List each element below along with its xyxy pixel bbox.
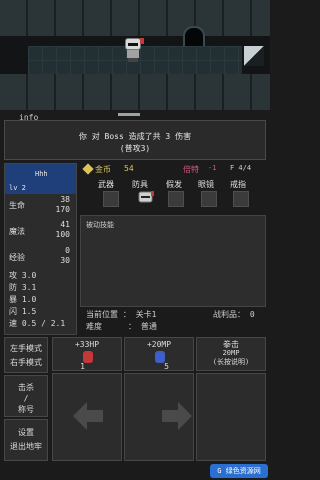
hp-max: 170: [55, 205, 70, 214]
hero-sprite: [122, 38, 144, 62]
stat-crit: 暴 1.0: [9, 295, 37, 304]
kills-titles-button[interactable]: 击杀 / 称号: [4, 375, 48, 417]
player-level: lv 2: [9, 184, 26, 192]
stats-header: Hhh lv 2: [5, 164, 76, 194]
equip-weapon-slot[interactable]: [103, 191, 119, 207]
stat-dodge: 闪 1.5: [9, 307, 37, 316]
mp-max: 100: [55, 230, 70, 239]
stat-speed: 速 0.5 / 2.1: [9, 319, 66, 328]
wall-top: [0, 0, 270, 18]
punch-skill-title: 拳击: [223, 340, 239, 349]
wall-bottom: [0, 74, 270, 92]
left-hand-mode-button[interactable]: 左手模式: [5, 342, 47, 356]
stat-attack: 攻 3.0: [9, 271, 37, 280]
wall-top-2: [0, 18, 270, 36]
titles-label: 称号: [18, 405, 34, 414]
hand-mode-panel: 左手模式 右手模式: [4, 337, 48, 373]
hp-potion-button[interactable]: +33HP 1: [52, 337, 122, 371]
difficulty-label: 难度: [86, 322, 102, 331]
exit-dungeon-label: 退出地牢: [10, 442, 42, 451]
equip-ring-slot[interactable]: [233, 191, 249, 207]
loot-count: 战利品： 0: [213, 310, 255, 319]
hp-potion-count: 1: [80, 362, 85, 371]
passive-skills-title: 被动技能: [86, 221, 114, 229]
multiplier-value: -1: [208, 164, 217, 172]
drag-handle[interactable]: [118, 113, 140, 116]
stat-defense: 防 3.1: [9, 283, 37, 292]
exp-max: 30: [60, 256, 70, 265]
floor-value: F 4/4: [230, 164, 252, 172]
resource-bar: 金币 54 倍特 -1 F 4/4: [80, 163, 266, 177]
watermark-logo: G 绿色资源网: [210, 464, 268, 478]
current-position: 当前位置 ： 关卡1: [86, 310, 157, 319]
gold-icon: [82, 163, 94, 175]
gold-label: 金币: [95, 165, 111, 174]
punch-skill-hint: (长按说明): [212, 358, 250, 366]
wall-bottom-2: [0, 92, 270, 110]
dungeon-scene: [0, 0, 270, 110]
exp-current: 0: [65, 246, 70, 255]
equip-glasses-label: 眼镜: [198, 180, 214, 189]
right-arrow-icon: [178, 402, 192, 430]
settings-button[interactable]: 设置 退出地牢: [4, 419, 48, 461]
armor-helmet-icon[interactable]: [136, 189, 156, 207]
equip-weapon-label: 武器: [98, 180, 114, 189]
player-name: Hhh: [35, 170, 48, 178]
left-arrow-shaft: [87, 410, 103, 422]
settings-label: 设置: [18, 428, 34, 437]
stats-panel: Hhh lv 2 生命 38 170 魔法 41 100 经验 0 30 攻 3…: [4, 163, 77, 335]
equip-ring-label: 戒指: [230, 180, 246, 189]
message-log: 你 对 Boss 造成了共 3 伤害 (普攻3): [4, 120, 266, 160]
dark-doorway: [183, 26, 205, 46]
punch-skill-cost: 20MP: [222, 349, 240, 357]
equip-glasses-slot[interactable]: [201, 191, 217, 207]
mp-potion-button[interactable]: +20MP 5: [124, 337, 194, 371]
multiplier-label: 倍特: [183, 165, 199, 174]
move-right-pad[interactable]: [196, 373, 266, 461]
hp-potion-label: +33HP: [74, 340, 100, 349]
passive-skills-panel: 被动技能: [80, 215, 266, 307]
left-arrow-icon: [73, 402, 87, 430]
mp-current: 41: [60, 220, 70, 229]
log-line-2: (普攻3): [119, 144, 151, 153]
exp-label: 经验: [9, 253, 25, 262]
hp-label: 生命: [9, 201, 25, 210]
hp-current: 38: [60, 195, 70, 204]
kills-label: 击杀: [18, 383, 34, 392]
equip-wig-slot[interactable]: [168, 191, 184, 207]
gold-value: 54: [124, 164, 134, 173]
mp-label: 魔法: [9, 227, 25, 236]
stairs-icon[interactable]: [244, 46, 264, 66]
equip-wig-label: 假发: [166, 180, 182, 189]
right-panel: 金币 54 倍特 -1 F 4/4 武器 防具 假发 眼镜 戒指 被动技能 当前…: [80, 163, 266, 335]
difficulty-value: ： 普通: [128, 322, 157, 331]
mp-potion-count: 5: [164, 362, 169, 371]
right-arrow-shaft: [162, 410, 178, 422]
punch-skill-button[interactable]: 拳击 20MP (长按说明): [196, 337, 266, 371]
kills-slash: /: [23, 394, 29, 403]
log-line-1: 你 对 Boss 造成了共 3 伤害: [78, 132, 192, 141]
right-hand-mode-button[interactable]: 右手模式: [5, 356, 47, 370]
mp-potion-label: +20MP: [146, 340, 172, 349]
